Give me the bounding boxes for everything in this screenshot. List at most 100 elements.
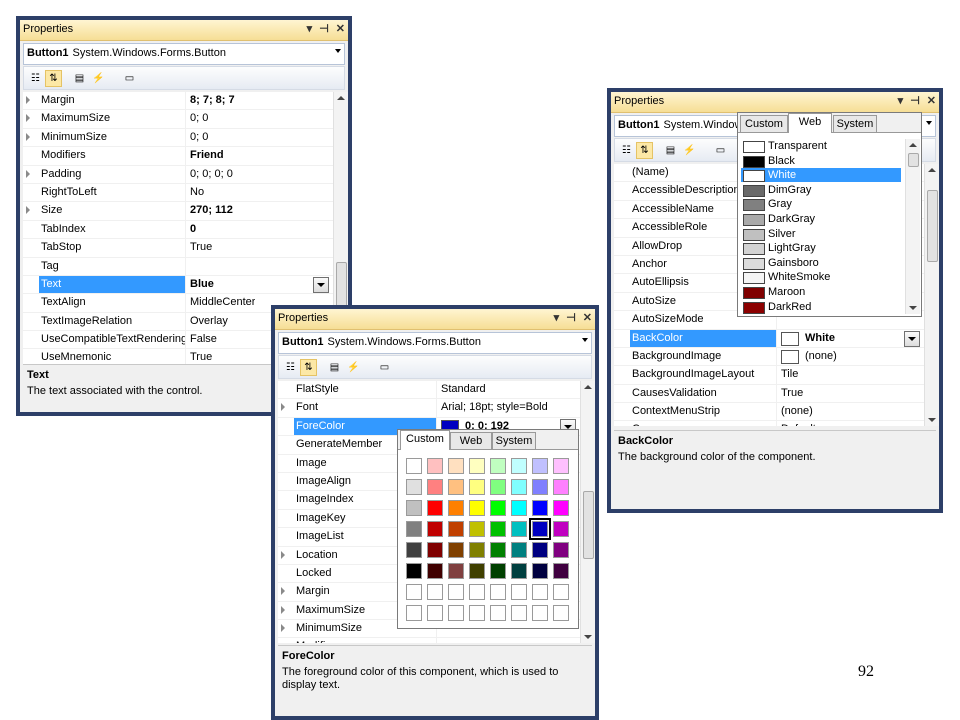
- tab-custom[interactable]: Custom: [740, 115, 788, 132]
- color-swatch[interactable]: [529, 518, 551, 540]
- expand-arrow-icon[interactable]: [281, 605, 285, 614]
- web-color-item[interactable]: DimGray: [741, 183, 901, 197]
- scroll-down-icon[interactable]: [909, 306, 917, 310]
- web-color-item[interactable]: Black: [741, 154, 901, 168]
- color-swatch[interactable]: [490, 563, 506, 579]
- alphabetical-icon[interactable]: ⇅: [636, 142, 653, 159]
- color-swatch[interactable]: [448, 605, 464, 621]
- color-swatch[interactable]: [490, 542, 506, 558]
- value-dropdown-button[interactable]: [904, 330, 920, 347]
- property-pages-icon[interactable]: ▭: [121, 70, 138, 87]
- tab-system[interactable]: System: [833, 115, 877, 132]
- scroll-thumb[interactable]: [583, 491, 594, 559]
- color-swatch[interactable]: [427, 542, 443, 558]
- chevron-down-icon[interactable]: [582, 338, 588, 342]
- color-swatch[interactable]: [532, 605, 548, 621]
- pin-icon[interactable]: ⊣: [566, 312, 576, 324]
- property-value[interactable]: True: [781, 387, 803, 399]
- property-value[interactable]: Tile: [781, 368, 798, 380]
- property-row[interactable]: Modifiers: [278, 638, 580, 643]
- web-color-item[interactable]: Gainsboro: [741, 256, 901, 270]
- property-pages-icon[interactable]: ▭: [712, 142, 729, 159]
- color-swatch[interactable]: [490, 584, 506, 600]
- color-swatch[interactable]: [448, 458, 464, 474]
- property-value[interactable]: 0; 0: [190, 112, 208, 124]
- expand-arrow-icon[interactable]: [26, 114, 30, 123]
- web-color-item[interactable]: Silver: [741, 227, 901, 241]
- scroll-up-icon[interactable]: [337, 96, 345, 100]
- expand-arrow-icon[interactable]: [281, 624, 285, 633]
- color-swatch[interactable]: [553, 500, 569, 516]
- pin-icon[interactable]: ⊣: [319, 23, 329, 35]
- window-menu-icon[interactable]: ▾: [307, 23, 313, 35]
- color-swatch[interactable]: [553, 584, 569, 600]
- tab-web[interactable]: Web: [450, 432, 492, 449]
- property-row[interactable]: MaximumSize 0; 0: [23, 110, 333, 129]
- scroll-down-icon[interactable]: [584, 635, 592, 639]
- events-icon[interactable]: ⚡: [681, 142, 698, 159]
- alphabetical-icon[interactable]: ⇅: [300, 359, 317, 376]
- color-swatch[interactable]: [406, 500, 422, 516]
- property-row[interactable]: Margin 8; 7; 8; 7: [23, 92, 333, 111]
- property-value[interactable]: (none): [781, 405, 813, 417]
- color-swatch[interactable]: [511, 584, 527, 600]
- web-color-item[interactable]: White: [741, 168, 901, 183]
- tab-system[interactable]: System: [492, 432, 536, 449]
- web-color-item[interactable]: DarkRed: [741, 300, 901, 314]
- color-swatch[interactable]: [448, 563, 464, 579]
- color-picker-popup[interactable]: Custom Web System Transparent Black White D…: [737, 112, 922, 317]
- color-swatch[interactable]: [469, 584, 485, 600]
- color-swatch[interactable]: [511, 563, 527, 579]
- object-selector[interactable]: Button1 System.Windows.Forms.Button: [23, 43, 345, 65]
- color-swatch[interactable]: [490, 458, 506, 474]
- color-swatch[interactable]: [490, 521, 506, 537]
- categorized-icon[interactable]: ☷: [618, 142, 635, 159]
- color-swatch[interactable]: [469, 605, 485, 621]
- color-swatch[interactable]: [553, 563, 569, 579]
- color-swatch[interactable]: [469, 563, 485, 579]
- window-menu-icon[interactable]: ▾: [898, 95, 904, 107]
- property-row[interactable]: BackgroundImage (none): [614, 348, 924, 367]
- color-swatch[interactable]: [448, 500, 464, 516]
- property-row[interactable]: BackgroundImageLayout Tile: [614, 366, 924, 385]
- color-swatch[interactable]: [553, 458, 569, 474]
- color-swatch[interactable]: [427, 479, 443, 495]
- color-swatch[interactable]: [469, 458, 485, 474]
- chevron-down-icon[interactable]: [335, 49, 341, 53]
- property-row[interactable]: Cursor Default: [614, 421, 924, 426]
- color-swatch[interactable]: [427, 500, 443, 516]
- property-value[interactable]: True: [190, 351, 212, 363]
- close-icon[interactable]: ✕: [336, 23, 345, 35]
- expand-arrow-icon[interactable]: [26, 132, 30, 141]
- color-swatch[interactable]: [427, 584, 443, 600]
- property-row[interactable]: Text Blue: [23, 275, 333, 295]
- color-swatch[interactable]: [553, 521, 569, 537]
- color-swatch[interactable]: [406, 521, 422, 537]
- web-color-item[interactable]: DarkGray: [741, 212, 901, 226]
- property-row[interactable]: ContextMenuStrip (none): [614, 403, 924, 422]
- color-swatch[interactable]: [406, 605, 422, 621]
- color-swatch[interactable]: [511, 542, 527, 558]
- scroll-thumb[interactable]: [908, 153, 919, 167]
- color-swatch[interactable]: [532, 563, 548, 579]
- color-swatch[interactable]: [427, 563, 443, 579]
- color-swatch[interactable]: [406, 584, 422, 600]
- web-color-item[interactable]: Maroon: [741, 285, 901, 299]
- expand-arrow-icon[interactable]: [281, 587, 285, 596]
- color-swatch[interactable]: [511, 479, 527, 495]
- property-row[interactable]: RightToLeft No: [23, 184, 333, 203]
- web-color-item[interactable]: WhiteSmoke: [741, 270, 901, 285]
- property-value[interactable]: Standard: [441, 383, 486, 395]
- color-swatch[interactable]: [448, 479, 464, 495]
- categorized-icon[interactable]: ☷: [282, 359, 299, 376]
- property-row[interactable]: Size 270; 112: [23, 202, 333, 221]
- properties-icon[interactable]: ▤: [326, 359, 343, 376]
- property-value[interactable]: White: [805, 332, 835, 344]
- property-value[interactable]: 8; 7; 8; 7: [190, 94, 235, 106]
- property-value[interactable]: 0; 0: [190, 131, 208, 143]
- color-swatch[interactable]: [427, 605, 443, 621]
- scroll-up-icon[interactable]: [584, 385, 592, 389]
- color-swatch[interactable]: [406, 458, 422, 474]
- tab-web[interactable]: Web: [788, 113, 832, 133]
- alphabetical-icon[interactable]: ⇅: [45, 70, 62, 87]
